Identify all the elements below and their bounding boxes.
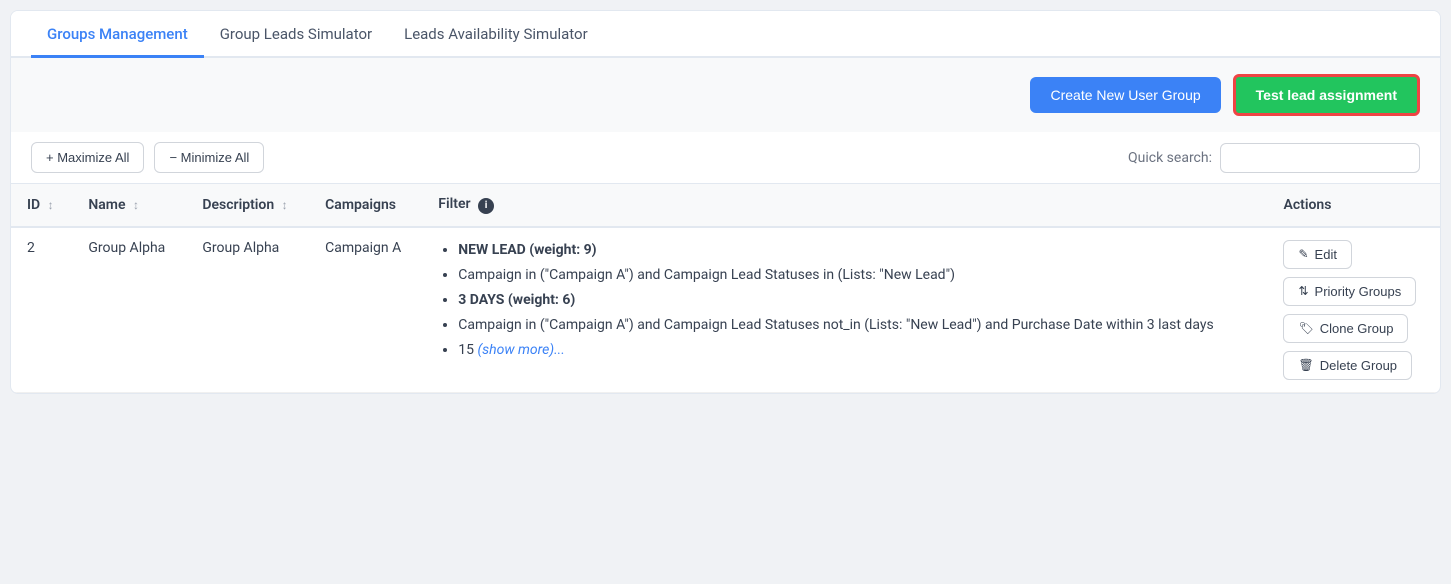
filter-item: Campaign in ("Campaign A") and Campaign …	[458, 315, 1251, 336]
tab-groups-management[interactable]: Groups Management	[31, 11, 204, 58]
search-input[interactable]	[1220, 143, 1420, 173]
delete-group-icon: 🗑	[1298, 358, 1313, 372]
col-header-actions: Actions	[1267, 184, 1440, 227]
clone-group-button[interactable]: 🏷 Clone Group	[1283, 314, 1408, 343]
table-header-row: ID ↕ Name ↕ Description ↕ Campaigns	[11, 184, 1440, 227]
cell-id: 2	[11, 227, 72, 393]
sort-icon-name[interactable]: ↕	[133, 198, 139, 212]
edit-icon: ✎	[1298, 247, 1308, 261]
search-label: Quick search:	[1128, 150, 1212, 166]
test-lead-assignment-button[interactable]: Test lead assignment	[1233, 74, 1420, 116]
maximize-all-button[interactable]: + Maximize All	[31, 142, 144, 173]
toolbar: Create New User Group Test lead assignme…	[11, 58, 1440, 132]
clone-group-icon: 🏷	[1298, 321, 1313, 335]
minimize-all-button[interactable]: − Minimize All	[154, 142, 264, 173]
create-new-user-group-button[interactable]: Create New User Group	[1030, 77, 1220, 113]
filter-info-icon: i	[478, 198, 494, 214]
controls-row: + Maximize All − Minimize All Quick sear…	[11, 132, 1440, 184]
edit-label: Edit	[1315, 247, 1337, 262]
col-header-id: ID ↕	[11, 184, 72, 227]
delete-group-label: Delete Group	[1320, 358, 1397, 373]
col-header-description: Description ↕	[186, 184, 309, 227]
tab-group-leads-simulator[interactable]: Group Leads Simulator	[204, 11, 388, 58]
col-header-filter: Filter i	[422, 184, 1267, 227]
show-more-link[interactable]: (show more)...	[478, 342, 565, 358]
sort-icon-id[interactable]: ↕	[48, 198, 54, 212]
groups-table: ID ↕ Name ↕ Description ↕ Campaigns	[11, 184, 1440, 393]
clone-group-label: Clone Group	[1320, 321, 1394, 336]
cell-description: Group Alpha	[186, 227, 309, 393]
cell-actions: ✎ Edit ⇅ Priority Groups 🏷 Clone Group 🗑 Delete…	[1267, 227, 1440, 393]
cell-campaigns: Campaign A	[309, 227, 422, 393]
sort-icon-description[interactable]: ↕	[282, 198, 288, 212]
controls-right: Quick search:	[1128, 143, 1420, 173]
tabs-row: Groups Management Group Leads Simulator …	[11, 11, 1440, 58]
page-wrapper: Groups Management Group Leads Simulator …	[10, 10, 1441, 394]
delete-group-button[interactable]: 🗑 Delete Group	[1283, 351, 1412, 380]
cell-name: Group Alpha	[72, 227, 186, 393]
filter-item: NEW LEAD (weight: 9)	[458, 240, 1251, 261]
filter-item: Campaign in ("Campaign A") and Campaign …	[458, 265, 1251, 286]
priority-groups-label: Priority Groups	[1315, 284, 1402, 299]
controls-left: + Maximize All − Minimize All	[31, 142, 264, 173]
edit-button[interactable]: ✎ Edit	[1283, 240, 1351, 269]
tab-leads-availability-simulator[interactable]: Leads Availability Simulator	[388, 11, 604, 58]
table-container: ID ↕ Name ↕ Description ↕ Campaigns	[11, 184, 1440, 393]
table-row: 2Group AlphaGroup AlphaCampaign ANEW LEA…	[11, 227, 1440, 393]
priority-groups-icon: ⇅	[1298, 284, 1308, 298]
filter-item: 3 DAYS (weight: 6)	[458, 290, 1251, 311]
filter-item: 15 (show more)...	[458, 340, 1251, 361]
col-header-campaigns: Campaigns	[309, 184, 422, 227]
cell-filter: NEW LEAD (weight: 9) Campaign in ("Campai…	[422, 227, 1267, 393]
col-header-name: Name ↕	[72, 184, 186, 227]
priority-groups-button[interactable]: ⇅ Priority Groups	[1283, 277, 1416, 306]
